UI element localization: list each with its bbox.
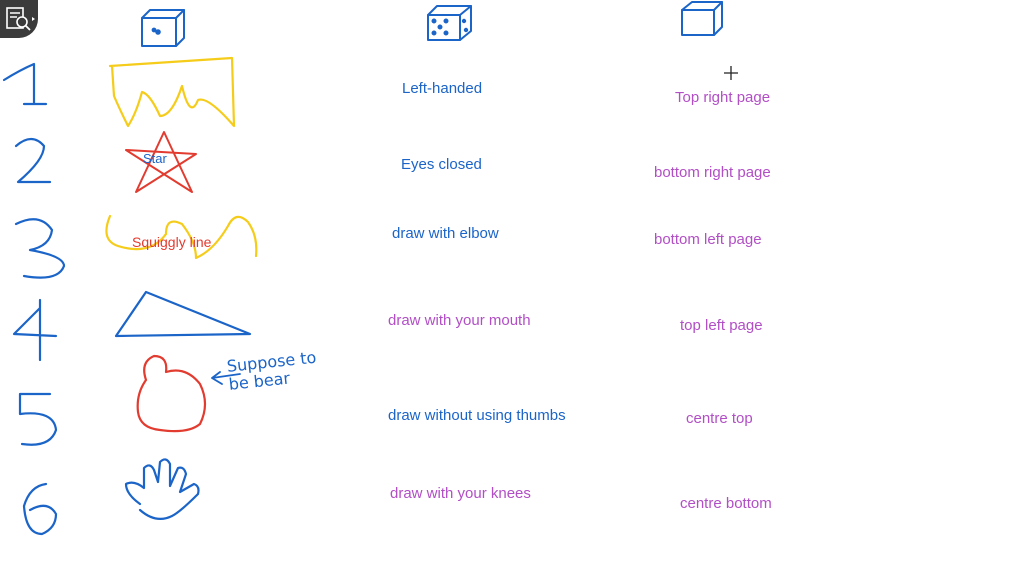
die-multi-dot-icon <box>427 5 472 41</box>
triangle-drawing <box>114 290 252 338</box>
action-row-1: Left-handed <box>402 80 483 97</box>
row-number-6 <box>22 482 58 536</box>
action-row-5: draw without using thumbs <box>388 407 566 424</box>
position-row-5: centre top <box>686 410 753 427</box>
hand-drawing <box>124 458 200 521</box>
notebook-tool-button[interactable] <box>0 0 38 38</box>
die-one-dot-icon <box>141 9 185 47</box>
position-row-1: Top right page <box>675 89 771 106</box>
row-number-2 <box>14 137 52 184</box>
search-document-icon <box>6 7 35 31</box>
position-row-2: bottom right page <box>654 164 771 181</box>
shape-label-squiggly-line: Squiggly line <box>132 234 212 250</box>
action-row-3: draw with elbow <box>392 225 499 242</box>
crosshair-cursor-icon <box>724 66 738 80</box>
position-row-6: centre bottom <box>680 495 772 512</box>
position-row-4: top left page <box>680 317 763 334</box>
blank-cube-icon <box>681 1 723 36</box>
row-number-5 <box>18 392 58 446</box>
row-number-3 <box>14 218 66 279</box>
shape-label-star: Star <box>143 151 167 166</box>
row-number-4 <box>12 298 58 362</box>
action-row-4: draw with your mouth <box>388 312 531 329</box>
duck-drawing <box>136 354 207 433</box>
position-row-3: bottom left page <box>654 231 762 248</box>
whiteboard-canvas[interactable] <box>0 0 1019 569</box>
action-row-2: Eyes closed <box>401 156 482 173</box>
row-number-1 <box>2 62 48 106</box>
crown-drawing <box>108 56 236 128</box>
action-row-6: draw with your knees <box>390 485 531 502</box>
